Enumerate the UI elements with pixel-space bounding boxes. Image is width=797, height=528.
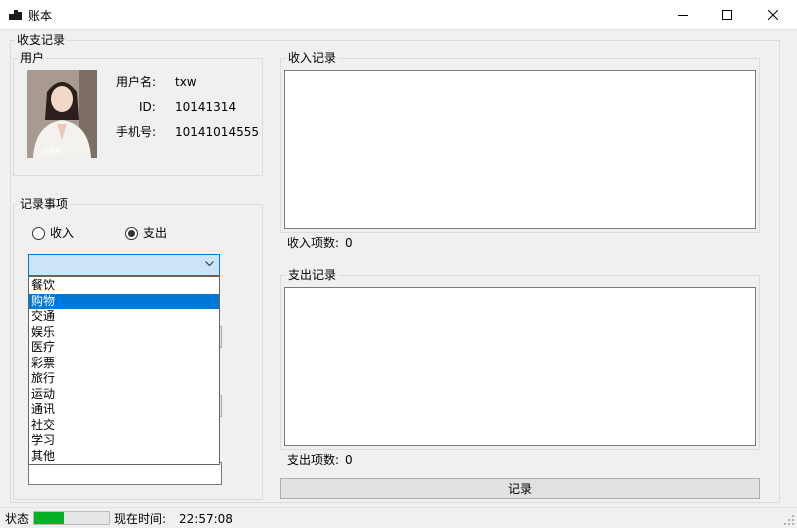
svg-text:苏苏青: 苏苏青 — [43, 146, 61, 154]
income-records-list[interactable] — [284, 70, 756, 229]
user-group-title: 用户 — [18, 51, 47, 65]
user-id-label: ID: — [139, 100, 156, 114]
income-count-label: 收入项数: — [287, 236, 340, 250]
status-bar: 状态 现在时间: 22:57:08 — [0, 507, 797, 528]
category-option-telecom[interactable]: 通讯 — [29, 402, 219, 418]
category-option-dining[interactable]: 餐饮 — [29, 278, 219, 294]
resize-grip-icon[interactable] — [784, 515, 794, 525]
expense-count-value: 0 — [345, 453, 353, 467]
app-icon — [9, 9, 22, 21]
close-icon — [768, 10, 778, 20]
category-option-social[interactable]: 社交 — [29, 418, 219, 434]
income-count-value: 0 — [345, 236, 353, 250]
expense-records-list[interactable] — [284, 287, 756, 446]
category-option-transport[interactable]: 交通 — [29, 309, 219, 325]
category-combo[interactable] — [28, 254, 220, 276]
note-input[interactable] — [28, 462, 222, 485]
category-option-other[interactable]: 其他 — [29, 449, 219, 465]
maximize-button[interactable] — [704, 0, 750, 30]
minimize-icon — [678, 15, 688, 16]
category-option-lottery[interactable]: 彩票 — [29, 356, 219, 372]
record-entry-group-title: 记录事项 — [18, 197, 71, 211]
category-option-shopping[interactable]: 购物 — [29, 293, 219, 309]
phone-value: 10141014555 — [175, 125, 259, 139]
income-radio[interactable] — [32, 227, 45, 240]
status-progress-fill — [34, 512, 64, 524]
record-button[interactable]: 记录 — [280, 478, 760, 499]
window-title: 账本 — [28, 9, 53, 23]
username-label: 用户名: — [116, 75, 157, 89]
expense-count-label: 支出项数: — [287, 453, 340, 467]
phone-label: 手机号: — [116, 125, 157, 139]
user-photo: 苏苏青 — [27, 70, 97, 158]
chevron-down-icon — [205, 261, 214, 267]
category-option-entertainment[interactable]: 娱乐 — [29, 325, 219, 341]
status-progress-bar — [33, 511, 110, 525]
time-value: 22:57:08 — [179, 512, 233, 526]
expense-records-title: 支出记录 — [286, 268, 339, 282]
records-group-title: 收支记录 — [15, 33, 68, 47]
income-radio-label[interactable]: 收入 — [50, 226, 74, 240]
category-option-sports[interactable]: 运动 — [29, 387, 219, 403]
expense-radio-label[interactable]: 支出 — [143, 226, 167, 240]
title-bar: 账本 — [0, 0, 797, 30]
category-option-travel[interactable]: 旅行 — [29, 371, 219, 387]
category-option-study[interactable]: 学习 — [29, 433, 219, 449]
income-records-title: 收入记录 — [286, 51, 339, 65]
expense-radio[interactable] — [125, 227, 138, 240]
user-id-value: 10141314 — [175, 100, 237, 114]
minimize-button[interactable] — [660, 0, 706, 30]
maximize-icon — [722, 10, 732, 20]
category-option-medical[interactable]: 医疗 — [29, 340, 219, 356]
category-dropdown-list[interactable]: 餐饮 购物 交通 娱乐 医疗 彩票 旅行 运动 通讯 社交 学习 其他 — [28, 276, 220, 465]
close-button[interactable] — [750, 0, 796, 30]
time-label: 现在时间: — [114, 512, 167, 526]
username-value: txw — [175, 75, 197, 89]
status-label: 状态 — [5, 512, 30, 526]
